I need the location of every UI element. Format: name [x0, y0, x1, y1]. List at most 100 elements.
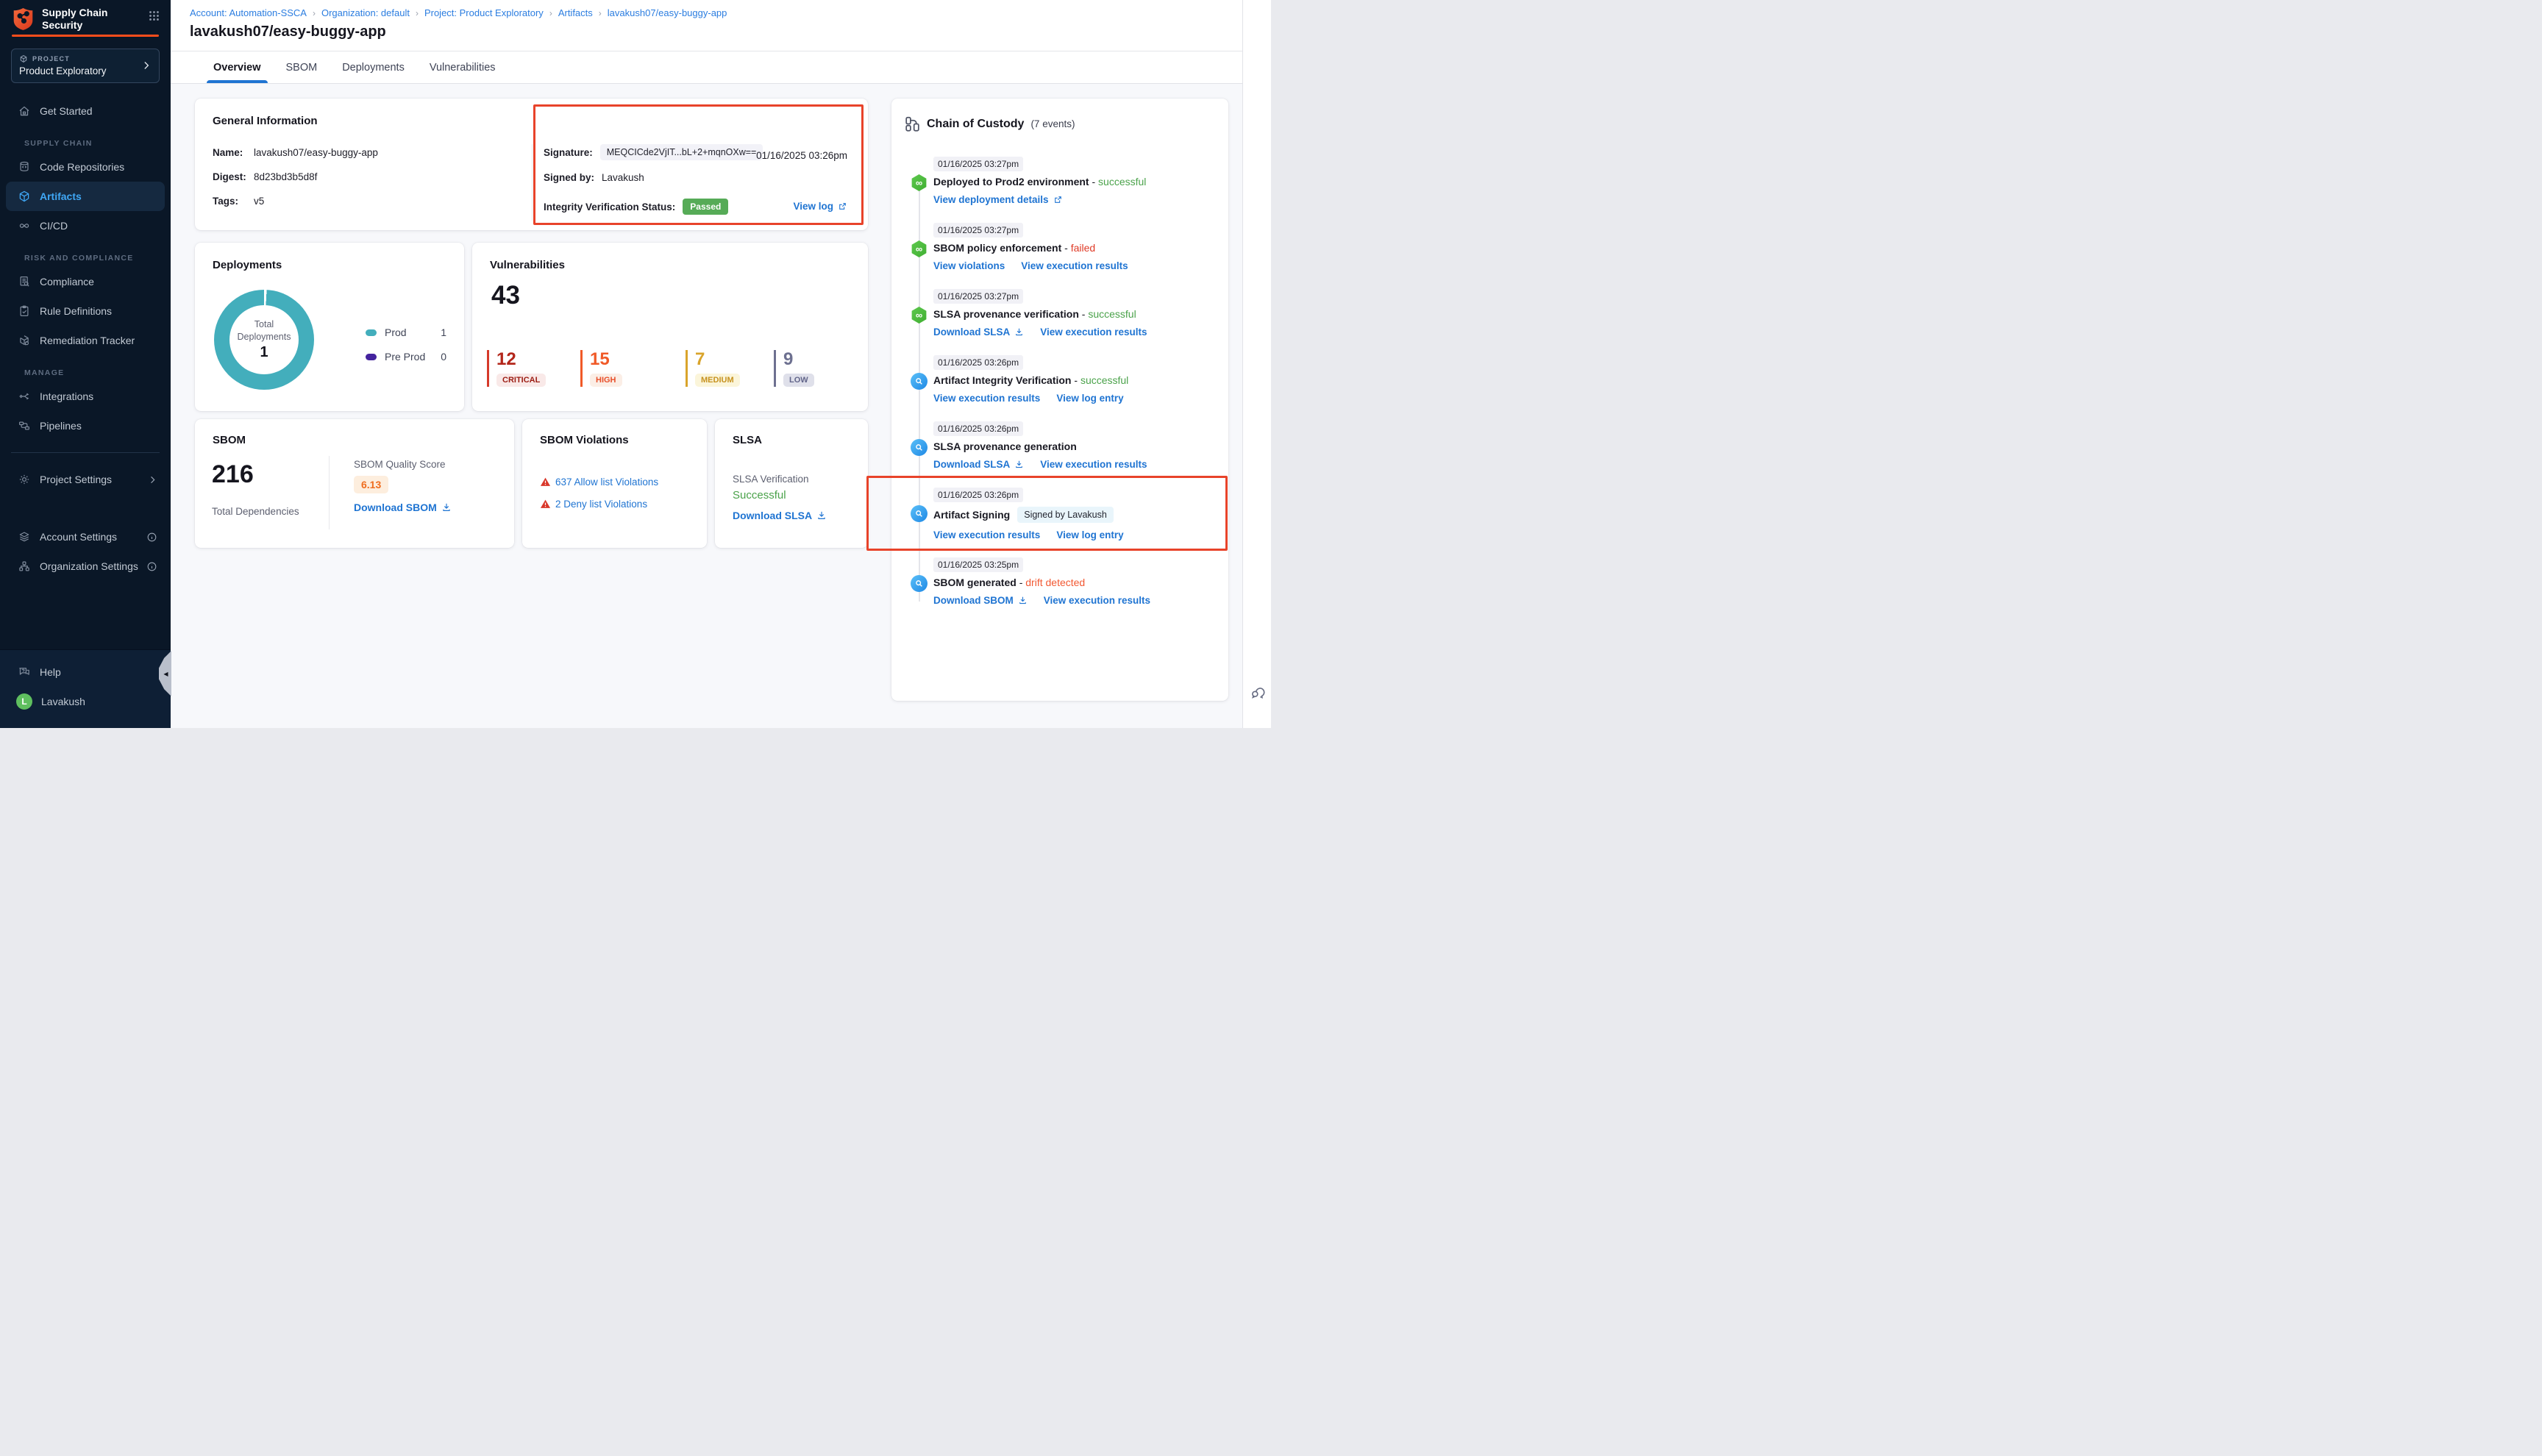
tags-row: Tags: v5: [213, 196, 264, 207]
chevron-right-icon: [141, 60, 152, 71]
event-timestamp: 01/16/2025 03:27pm: [933, 157, 1023, 171]
sidebar-item-cicd[interactable]: CI/CD: [0, 211, 171, 240]
prod-count: 1: [441, 326, 446, 338]
sidebar-item-code-repositories[interactable]: Code Repositories: [0, 152, 171, 182]
vertical-divider: [329, 456, 330, 529]
breadcrumb-separator: ›: [313, 8, 316, 18]
download-sbom-link[interactable]: Download SBOM: [354, 502, 452, 513]
sidebar-item-account-settings[interactable]: Account Settings: [0, 522, 171, 552]
sbom-quality-block: SBOM Quality Score 6.13 Download SBOM: [354, 459, 452, 515]
event-timestamp: 01/16/2025 03:26pm: [933, 488, 1023, 502]
sidebar-item-remediation-tracker[interactable]: Remediation Tracker: [0, 326, 171, 355]
infinity-icon: [18, 219, 31, 232]
breadcrumb-separator: ›: [416, 8, 419, 18]
feedback-chat-icon[interactable]: [1250, 684, 1266, 700]
project-name: Product Exploratory: [19, 65, 141, 76]
integrity-row: Integrity Verification Status: Passed: [544, 199, 728, 215]
breadcrumb-project[interactable]: Project: Product Exploratory: [424, 7, 544, 18]
view-execution-results-link[interactable]: View execution results: [933, 529, 1040, 540]
user-name: Lavakush: [41, 696, 85, 707]
cd-module-icon: ∞: [911, 307, 928, 324]
sidebar-user[interactable]: L Lavakush: [0, 687, 171, 716]
breadcrumb-account[interactable]: Account: Automation-SSCA: [190, 7, 307, 18]
download-icon: [1018, 596, 1028, 605]
home-icon: [18, 104, 31, 118]
view-execution-results-link[interactable]: View execution results: [933, 393, 1040, 404]
view-log-link[interactable]: View log: [793, 201, 847, 212]
info-circle-icon[interactable]: [146, 532, 157, 543]
tab-sbom[interactable]: SBOM: [280, 51, 324, 83]
coc-event-sbom-policy: ∞ 01/16/2025 03:27pm SBOM policy enforce…: [891, 223, 1228, 272]
project-cube-icon: [19, 54, 28, 63]
view-log-entry-link[interactable]: View log entry: [1056, 529, 1123, 540]
severity-high: 15 HIGH: [580, 350, 663, 387]
sidebar-divider: [11, 452, 160, 453]
logo-row: Supply Chain Security: [0, 0, 171, 33]
app-title: Supply Chain Security: [42, 7, 148, 31]
tab-deployments[interactable]: Deployments: [335, 51, 411, 83]
view-execution-results-link[interactable]: View execution results: [1044, 595, 1150, 606]
scan-module-icon: [911, 439, 928, 456]
view-violations-link[interactable]: View violations: [933, 260, 1005, 271]
box-wrench-icon: [18, 334, 31, 347]
download-slsa-link[interactable]: Download SLSA: [733, 510, 827, 521]
general-information-title: General Information: [213, 115, 318, 127]
view-execution-results-link[interactable]: View execution results: [1040, 459, 1147, 470]
chain-of-custody-header: Chain of Custody (7 events): [891, 99, 1228, 132]
allow-list-violations-link[interactable]: 637 Allow list Violations: [540, 477, 658, 488]
sidebar-item-help[interactable]: Help: [0, 657, 171, 687]
digest-value: 8d23bd3b5d8f: [254, 171, 317, 182]
sidebar-item-integrations[interactable]: Integrations: [0, 382, 171, 411]
sidebar-item-artifacts[interactable]: Artifacts: [6, 182, 165, 211]
sbom-quality-label: SBOM Quality Score: [354, 459, 452, 470]
breadcrumb-organization[interactable]: Organization: default: [321, 7, 410, 18]
event-title: Artifact Signing: [933, 509, 1010, 521]
deny-list-violations-link[interactable]: 2 Deny list Violations: [540, 499, 658, 510]
sidebar-item-project-settings[interactable]: Project Settings: [0, 465, 171, 494]
sidebar-item-get-started[interactable]: Get Started: [0, 96, 171, 126]
deployments-title: Deployments: [213, 259, 282, 271]
severity-low: 9 LOW: [774, 350, 814, 387]
download-sbom-link[interactable]: Download SBOM: [933, 595, 1028, 606]
page-header: Account: Automation-SSCA › Organization:…: [171, 0, 1242, 51]
event-title: SBOM generated drift detected: [933, 577, 1085, 588]
download-slsa-link[interactable]: Download SLSA: [933, 326, 1024, 338]
signature-value-chip[interactable]: MEQCICde2VjIT...bL+2+mqnOXw==: [600, 144, 763, 160]
sidebar-item-pipelines[interactable]: Pipelines: [0, 411, 171, 440]
scan-module-icon: [911, 575, 928, 592]
repository-icon: [18, 160, 31, 174]
total-deployments-value: 1: [260, 344, 268, 361]
sidebar-item-compliance[interactable]: Compliance: [0, 267, 171, 296]
prod-swatch: [366, 329, 377, 336]
layers-icon: [18, 530, 31, 543]
sidebar-item-rule-definitions[interactable]: Rule Definitions: [0, 296, 171, 326]
vulnerabilities-total: 43: [491, 281, 520, 310]
download-slsa-link[interactable]: Download SLSA: [933, 459, 1024, 470]
event-status: failed: [1064, 242, 1095, 254]
tab-vulnerabilities[interactable]: Vulnerabilities: [423, 51, 502, 83]
view-execution-results-link[interactable]: View execution results: [1040, 326, 1147, 338]
breadcrumb-current[interactable]: lavakush07/easy-buggy-app: [608, 7, 727, 18]
breadcrumb-artifacts[interactable]: Artifacts: [558, 7, 593, 18]
donut-center-label: TotalDeployments 1: [214, 290, 314, 390]
info-circle-icon[interactable]: [146, 561, 157, 572]
sbom-total-label: Total Dependencies: [212, 506, 299, 517]
severity-critical: 12 CRITICAL: [487, 350, 558, 387]
vulnerabilities-title: Vulnerabilities: [490, 259, 565, 271]
sidebar-nav: Get Started SUPPLY CHAIN Code Repositori…: [0, 96, 171, 581]
scan-module-icon: [911, 373, 928, 390]
tab-overview[interactable]: Overview: [207, 51, 268, 83]
clipboard-check-icon: [18, 304, 31, 318]
app-grid-icon[interactable]: [148, 10, 160, 22]
view-log-entry-link[interactable]: View log entry: [1056, 393, 1123, 404]
view-execution-results-link[interactable]: View execution results: [1021, 260, 1128, 271]
sidebar-item-organization-settings[interactable]: Organization Settings: [0, 552, 171, 581]
right-rail: [1242, 0, 1271, 728]
coc-event-slsa-generation: 01/16/2025 03:26pm SLSA provenance gener…: [891, 421, 1228, 471]
view-deployment-details-link[interactable]: View deployment details: [933, 194, 1063, 205]
project-selector[interactable]: PROJECT Product Exploratory: [11, 49, 160, 83]
sbom-card: SBOM 216 Total Dependencies SBOM Quality…: [195, 419, 514, 548]
sbom-violations-title: SBOM Violations: [540, 434, 629, 446]
digest-row: Digest: 8d23bd3b5d8f: [213, 171, 317, 182]
coc-event-artifact-integrity: 01/16/2025 03:26pm Artifact Integrity Ve…: [891, 355, 1228, 404]
